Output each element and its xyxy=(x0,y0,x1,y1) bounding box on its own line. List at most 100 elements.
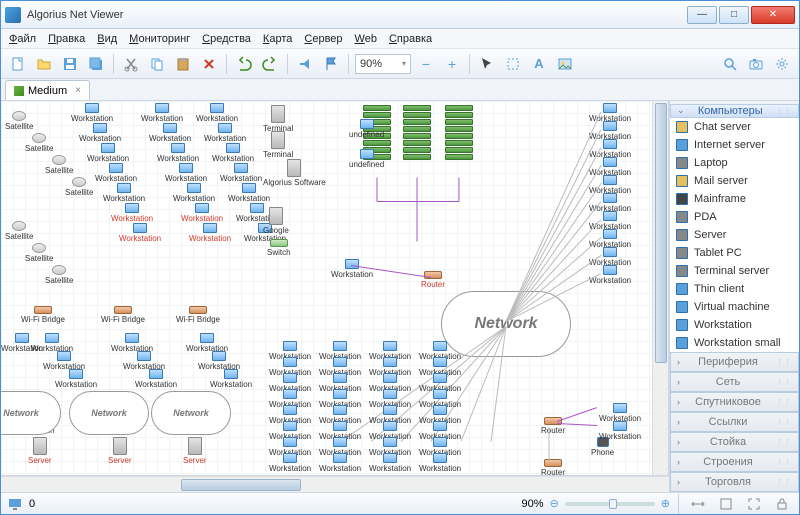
map-node[interactable]: Workstation xyxy=(589,193,631,213)
map-node[interactable]: Workstation xyxy=(331,259,373,279)
map-node[interactable]: Router xyxy=(421,271,445,289)
copy-button[interactable] xyxy=(146,53,168,75)
menu-server[interactable]: Сервер xyxy=(304,33,342,45)
search-button[interactable] xyxy=(719,53,741,75)
network-cloud[interactable]: Network xyxy=(151,391,231,435)
map-node[interactable]: Satellite xyxy=(65,177,93,197)
palette-item[interactable]: Terminal server xyxy=(670,262,799,280)
server-rack[interactable] xyxy=(445,105,473,160)
palette-item[interactable]: Server xyxy=(670,226,799,244)
new-button[interactable] xyxy=(7,53,29,75)
map-node[interactable]: Server xyxy=(108,437,132,465)
map-node[interactable]: Workstation xyxy=(212,143,254,163)
palette-item[interactable]: Workstation xyxy=(670,316,799,334)
server-rack[interactable] xyxy=(403,105,431,160)
menu-monitoring[interactable]: Мониторинг xyxy=(129,33,190,45)
menu-file[interactable]: Файл xyxy=(9,33,36,45)
vertical-scrollbar[interactable] xyxy=(652,101,668,475)
maximize-button[interactable]: □ xyxy=(719,6,749,24)
palette-item[interactable]: Mail server xyxy=(670,172,799,190)
announce-button[interactable] xyxy=(294,53,316,75)
menu-map[interactable]: Карта xyxy=(263,33,292,45)
palette-item[interactable]: Virtual machine xyxy=(670,298,799,316)
map-node[interactable]: Workstation xyxy=(111,333,153,353)
palette-group[interactable]: ›Торговля⋮⋮ xyxy=(670,472,799,492)
map-node[interactable]: Workstation xyxy=(220,163,262,183)
map-node[interactable]: Router xyxy=(541,459,565,476)
palette-item[interactable]: Tablet PC xyxy=(670,244,799,262)
map-node[interactable]: Terminal xyxy=(263,105,293,133)
fullscreen-icon[interactable] xyxy=(743,493,765,515)
map-node[interactable]: Workstation xyxy=(589,229,631,249)
map-node[interactable]: Workstation xyxy=(165,163,207,183)
lock-icon[interactable] xyxy=(771,493,793,515)
palette-item[interactable]: Thin client xyxy=(670,280,799,298)
camera-button[interactable] xyxy=(745,53,767,75)
map-node[interactable]: Workstation xyxy=(181,203,223,223)
map-node[interactable]: Workstation xyxy=(79,123,121,143)
selection-box-tool[interactable] xyxy=(502,53,524,75)
zoom-in-icon[interactable]: ⊕ xyxy=(661,497,670,510)
image-tool[interactable] xyxy=(554,53,576,75)
zoom-in-button[interactable]: + xyxy=(441,53,463,75)
undo-button[interactable] xyxy=(233,53,255,75)
map-node[interactable]: Workstation xyxy=(369,453,411,473)
menu-help[interactable]: Справка xyxy=(389,33,432,45)
menu-web[interactable]: Web xyxy=(355,33,377,45)
map-node[interactable]: Workstation xyxy=(157,143,199,163)
map-node[interactable]: Workstation xyxy=(419,453,461,473)
map-node[interactable]: Workstation xyxy=(198,351,240,371)
map-node[interactable]: Workstation xyxy=(173,183,215,203)
menu-tools[interactable]: Средства xyxy=(202,33,251,45)
palette-group[interactable]: ›Сеть⋮⋮ xyxy=(670,372,799,392)
cut-button[interactable] xyxy=(120,53,142,75)
close-tab-icon[interactable]: × xyxy=(75,85,81,96)
map-node[interactable]: Workstation xyxy=(210,369,252,389)
map-node[interactable]: Satellite xyxy=(25,133,53,153)
map-node[interactable]: Workstation xyxy=(186,333,228,353)
map-node[interactable]: Workstation xyxy=(589,211,631,231)
text-tool[interactable]: A xyxy=(528,53,550,75)
palette-group[interactable]: ›Ссылки⋮⋮ xyxy=(670,412,799,432)
palette-item[interactable]: Internet server xyxy=(670,136,799,154)
save-all-button[interactable] xyxy=(85,53,107,75)
save-button[interactable] xyxy=(59,53,81,75)
palette-group[interactable]: ›Спутниковое⋮⋮ xyxy=(670,392,799,412)
map-node[interactable]: Workstation xyxy=(95,163,137,183)
horizontal-scrollbar[interactable] xyxy=(1,476,669,492)
map-node[interactable]: Workstation xyxy=(1,333,43,353)
map-node[interactable]: Workstation xyxy=(269,453,311,473)
map-node[interactable]: Algorius Software xyxy=(263,159,326,187)
map-node[interactable]: Wi-Fi Bridge xyxy=(21,306,65,324)
map-node[interactable]: Satellite xyxy=(45,155,73,175)
network-cloud[interactable]: Network xyxy=(69,391,149,435)
pointer-tool[interactable] xyxy=(476,53,498,75)
close-button[interactable]: ✕ xyxy=(751,6,795,24)
palette-item[interactable]: Workstation small xyxy=(670,334,799,352)
map-node[interactable]: Workstation xyxy=(111,203,153,223)
palette-item[interactable]: Laptop xyxy=(670,154,799,172)
palette-item[interactable]: PDA xyxy=(670,208,799,226)
map-node[interactable]: Workstation xyxy=(103,183,145,203)
map-node[interactable]: Workstation xyxy=(71,103,113,123)
tab-medium[interactable]: Medium × xyxy=(5,80,90,100)
palette-item[interactable]: Chat server xyxy=(670,118,799,136)
map-node[interactable]: Google xyxy=(263,207,289,235)
map-node[interactable]: Server xyxy=(28,437,52,465)
settings-button[interactable] xyxy=(771,53,793,75)
map-node[interactable]: Wi-Fi Bridge xyxy=(176,306,220,324)
palette-group[interactable]: ›Строения⋮⋮ xyxy=(670,452,799,472)
zoom-out-button[interactable]: − xyxy=(415,53,437,75)
map-node[interactable]: Terminal xyxy=(263,131,293,159)
map-node[interactable]: Satellite xyxy=(5,111,33,131)
map-node[interactable]: Workstation xyxy=(196,103,238,123)
map-node[interactable]: Workstation xyxy=(149,123,191,143)
palette-item[interactable]: Mainframe xyxy=(670,190,799,208)
network-cloud[interactable]: Network xyxy=(1,391,61,435)
map-node[interactable]: Workstation xyxy=(319,453,361,473)
zoom-out-icon[interactable]: ⊖ xyxy=(550,497,559,510)
map-node[interactable]: Workstation xyxy=(119,223,161,243)
map-node[interactable]: Workstation xyxy=(43,351,85,371)
map-node[interactable]: Workstation xyxy=(141,103,183,123)
map-node[interactable]: Wi-Fi Bridge xyxy=(101,306,145,324)
